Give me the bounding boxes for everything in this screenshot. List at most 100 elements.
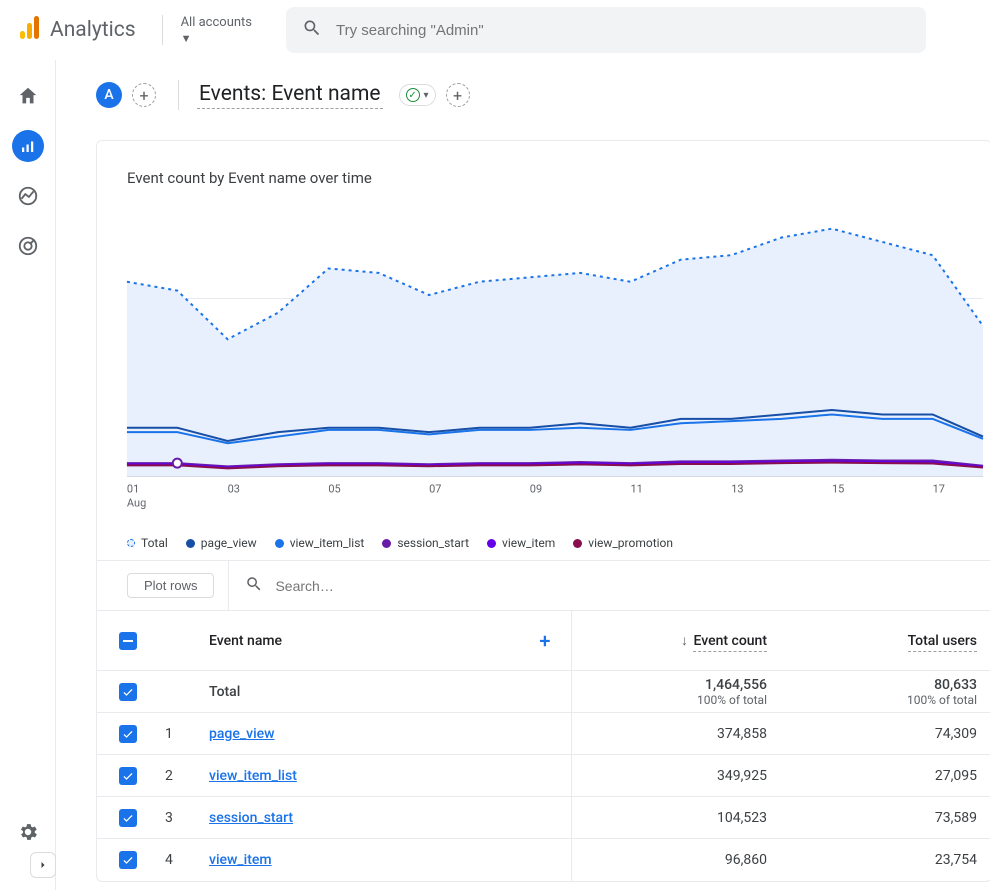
chevron-down-icon: ▾ bbox=[424, 90, 429, 101]
total-users-cell: 27,095 bbox=[781, 755, 990, 797]
row-checkbox[interactable] bbox=[119, 725, 137, 743]
total-users: 80,633 bbox=[795, 677, 977, 693]
chart-title: Event count by Event name over time bbox=[97, 141, 990, 201]
table-row-total: Total 1,464,556 100% of total 80,633 100… bbox=[97, 671, 990, 713]
report-title[interactable]: Events: Event name bbox=[197, 82, 383, 109]
row-checkbox[interactable] bbox=[119, 683, 137, 701]
nav-advertising[interactable] bbox=[12, 230, 44, 262]
account-selector[interactable]: All accounts ▼ bbox=[162, 15, 262, 46]
event-name-link[interactable]: page_view bbox=[209, 726, 275, 742]
legend-label: view_promotion bbox=[588, 536, 673, 550]
row-index: 4 bbox=[151, 839, 195, 881]
event-count-cell: 374,858 bbox=[571, 713, 781, 755]
col-event-name[interactable]: Event name bbox=[209, 633, 282, 649]
analytics-logo-icon bbox=[18, 15, 42, 45]
search-icon bbox=[245, 575, 263, 597]
report-header: A + Events: Event name ✓ ▾ + bbox=[96, 80, 990, 110]
plus-icon: + bbox=[139, 86, 148, 105]
event-count-cell: 349,925 bbox=[571, 755, 781, 797]
report-card: Event count by Event name over time 01 03… bbox=[96, 140, 990, 882]
total-users-cell: 74,309 bbox=[781, 713, 990, 755]
svg-text:11: 11 bbox=[631, 482, 643, 495]
row-checkbox[interactable] bbox=[119, 809, 137, 827]
legend-label: view_item bbox=[502, 536, 555, 550]
event-name-link[interactable]: view_item_list bbox=[209, 768, 297, 784]
nav-reports[interactable] bbox=[12, 130, 44, 162]
total-users-cell: 73,589 bbox=[781, 797, 990, 839]
total-users-cell: 23,754 bbox=[781, 839, 990, 881]
select-all-checkbox[interactable] bbox=[119, 632, 137, 650]
left-nav bbox=[0, 60, 56, 890]
total-event-count: 1,464,556 bbox=[586, 677, 768, 693]
nav-admin[interactable] bbox=[12, 816, 44, 848]
legend-label: view_item_list bbox=[290, 536, 365, 550]
global-search[interactable] bbox=[286, 7, 926, 53]
events-table: Event name + ↓ Event count Total users bbox=[97, 610, 990, 881]
separator bbox=[178, 80, 179, 110]
legend-view_promotion[interactable]: view_promotion bbox=[573, 536, 673, 550]
nav-explore[interactable] bbox=[12, 180, 44, 212]
chart-area: 01 03 05 07 09 11 13 15 17 Aug bbox=[97, 201, 990, 530]
table-row: 3session_start104,52373,589 bbox=[97, 797, 990, 839]
table-search-input[interactable] bbox=[273, 577, 975, 595]
event-name-link[interactable]: view_item bbox=[209, 852, 272, 868]
legend-total[interactable]: Total bbox=[127, 536, 168, 550]
row-checkbox[interactable] bbox=[119, 767, 137, 785]
legend-swatch bbox=[382, 539, 391, 548]
legend-swatch bbox=[573, 539, 582, 548]
legend-label: session_start bbox=[397, 536, 469, 550]
table-row: 1 page_view 374,85874,309 bbox=[97, 713, 990, 755]
svg-text:05: 05 bbox=[328, 482, 340, 495]
legend-swatch bbox=[487, 539, 496, 548]
svg-text:07: 07 bbox=[429, 482, 441, 495]
plot-rows-button[interactable]: Plot rows bbox=[127, 573, 214, 598]
content-area: A + Events: Event name ✓ ▾ + Event count… bbox=[56, 60, 990, 890]
pct-of-total: 100% of total bbox=[795, 693, 977, 707]
svg-text:03: 03 bbox=[228, 482, 240, 495]
legend-swatch bbox=[275, 539, 284, 548]
total-label: Total bbox=[195, 671, 571, 713]
col-event-count[interactable]: ↓ Event count bbox=[571, 611, 781, 671]
svg-text:17: 17 bbox=[933, 482, 945, 495]
svg-text:15: 15 bbox=[832, 482, 844, 495]
event-count-cell: 96,860 bbox=[571, 839, 781, 881]
account-label: All accounts bbox=[181, 15, 252, 31]
event-name-link[interactable]: session_start bbox=[209, 810, 293, 826]
table-row: 2view_item_list349,92527,095 bbox=[97, 755, 990, 797]
row-checkbox[interactable] bbox=[119, 851, 137, 869]
svg-text:09: 09 bbox=[530, 482, 542, 495]
search-input[interactable] bbox=[334, 21, 910, 40]
nav-home[interactable] bbox=[12, 80, 44, 112]
status-chip[interactable]: ✓ ▾ bbox=[399, 84, 436, 106]
legend-view_item_list[interactable]: view_item_list bbox=[275, 536, 365, 550]
add-dimension-button[interactable]: + bbox=[446, 83, 470, 107]
time-series-chart[interactable]: 01 03 05 07 09 11 13 15 17 Aug bbox=[97, 201, 990, 520]
dropdown-caret-icon: ▼ bbox=[181, 30, 252, 45]
brand-logo: Analytics bbox=[10, 15, 136, 45]
table-search[interactable] bbox=[228, 561, 990, 610]
sort-desc-icon: ↓ bbox=[681, 633, 690, 649]
legend-page_view[interactable]: page_view bbox=[186, 536, 257, 550]
svg-text:Aug: Aug bbox=[127, 496, 146, 509]
legend-label: page_view bbox=[201, 536, 257, 550]
nav-expand[interactable] bbox=[30, 852, 56, 878]
legend-label: Total bbox=[141, 536, 168, 550]
col-total-users[interactable]: Total users bbox=[781, 611, 990, 671]
table-toolbar: Plot rows bbox=[97, 560, 990, 610]
search-icon bbox=[302, 18, 322, 42]
row-index: 1 bbox=[151, 713, 195, 755]
add-segment-button[interactable]: + bbox=[132, 83, 156, 107]
add-column-button[interactable]: + bbox=[539, 629, 556, 653]
top-bar: Analytics All accounts ▼ bbox=[0, 0, 990, 60]
svg-text:13: 13 bbox=[731, 482, 743, 495]
svg-text:01: 01 bbox=[127, 482, 139, 495]
table-row: 4 view_item 96,86023,754 bbox=[97, 839, 990, 881]
legend-session_start[interactable]: session_start bbox=[382, 536, 469, 550]
check-circle-icon: ✓ bbox=[406, 88, 420, 102]
legend-view_item[interactable]: view_item bbox=[487, 536, 555, 550]
event-count-cell: 104,523 bbox=[571, 797, 781, 839]
avatar-letter: A bbox=[104, 87, 113, 103]
segment-avatar[interactable]: A bbox=[96, 82, 122, 108]
chart-legend: Total page_view view_item_list session_s… bbox=[97, 530, 990, 560]
legend-swatch-total bbox=[127, 539, 135, 547]
